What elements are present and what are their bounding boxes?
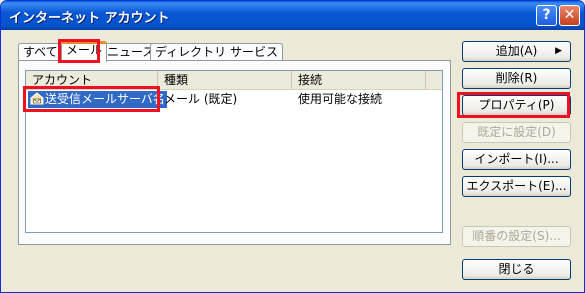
set-order-button[interactable]: 順番の設定(S)... bbox=[462, 226, 571, 247]
account-type: メール (既定) bbox=[164, 92, 238, 106]
list-header: アカウント 種類 接続 bbox=[26, 71, 442, 90]
account-list[interactable]: アカウント 種類 接続 送受信メールサーバ名 メール (既定) 使用可能な接続 bbox=[25, 70, 443, 233]
internet-accounts-dialog: インターネット アカウント ? ✕ すべて メール ニュース ディレクトリ サー… bbox=[0, 0, 585, 293]
account-cell[interactable]: 送受信メールサーバ名 bbox=[28, 91, 167, 108]
mail-account-icon bbox=[30, 92, 44, 105]
account-name: 送受信メールサーバ名 bbox=[45, 92, 165, 106]
export-button[interactable]: エクスポート(E)... bbox=[462, 176, 571, 197]
properties-button[interactable]: プロパティ(P) bbox=[462, 95, 571, 116]
import-button[interactable]: インポート(I)... bbox=[462, 149, 571, 170]
close-icon[interactable]: ✕ bbox=[559, 5, 580, 26]
tab-directory-service[interactable]: ディレクトリ サービス bbox=[150, 43, 283, 61]
add-button[interactable]: 追加(A) ▶ bbox=[462, 41, 571, 62]
close-button[interactable]: 閉じる bbox=[462, 259, 571, 280]
tab-all[interactable]: すべて bbox=[18, 43, 63, 61]
title-bar[interactable]: インターネット アカウント ? ✕ bbox=[1, 1, 584, 30]
account-connection: 使用可能な接続 bbox=[298, 92, 383, 106]
tab-mail[interactable]: メール bbox=[61, 41, 108, 62]
add-button-label: 追加(A) bbox=[495, 44, 538, 58]
column-header-connection[interactable]: 接続 bbox=[292, 71, 426, 89]
set-default-button[interactable]: 既定に設定(D) bbox=[462, 122, 571, 143]
remove-button[interactable]: 削除(R) bbox=[462, 68, 571, 89]
table-row[interactable]: 送受信メールサーバ名 メール (既定) 使用可能な接続 bbox=[26, 91, 442, 108]
mail-tab-panel: アカウント 種類 接続 送受信メールサーバ名 メール (既定) 使用可能な接続 bbox=[18, 60, 451, 245]
column-header-type[interactable]: 種類 bbox=[158, 71, 292, 89]
window-title: インターネット アカウント bbox=[9, 11, 170, 26]
submenu-arrow-icon: ▶ bbox=[555, 46, 562, 56]
column-header-account[interactable]: アカウント bbox=[26, 71, 158, 89]
help-icon[interactable]: ? bbox=[536, 5, 557, 26]
